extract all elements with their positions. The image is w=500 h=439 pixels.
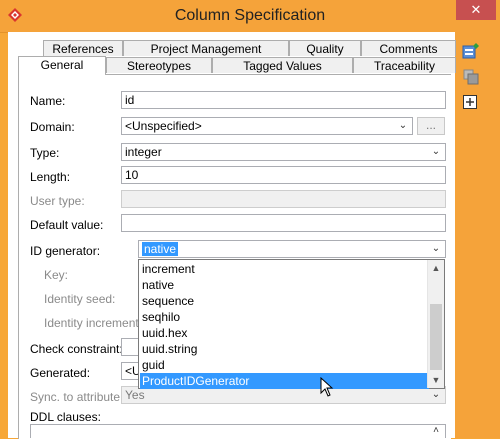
chevron-down-icon: ⌄ [398, 120, 408, 131]
identity-seed-label: Identity seed: [44, 292, 116, 306]
stack-icon[interactable] [462, 68, 480, 86]
chevron-up-icon: ˄ [433, 425, 439, 436]
scrollbar-thumb[interactable] [430, 304, 442, 370]
tab-references[interactable]: References [43, 40, 123, 56]
tab-quality[interactable]: Quality [289, 40, 361, 56]
type-label: Type: [30, 146, 60, 160]
tab-tagged-values[interactable]: Tagged Values [212, 57, 353, 73]
dropdown-option-native[interactable]: native [140, 277, 429, 293]
length-label: Length: [30, 170, 71, 184]
chevron-down-icon[interactable]: ▼ [428, 372, 444, 388]
dropdown-option-increment[interactable]: increment [140, 261, 429, 277]
ddl-clauses-textarea[interactable]: ˄ [30, 424, 446, 438]
ddl-clauses-label: DDL clauses: [30, 410, 101, 424]
user-type-label: User type: [30, 194, 85, 208]
identity-increment-label: Identity increment: [44, 316, 143, 330]
name-field[interactable]: id [121, 91, 446, 109]
dropdown-option-uuid-string[interactable]: uuid.string [140, 341, 429, 357]
id-generator-select[interactable]: native ⌄ [138, 240, 446, 258]
dropdown-option-sequence[interactable]: sequence [140, 293, 429, 309]
tab-stereotypes[interactable]: Stereotypes [106, 57, 212, 73]
window-title: Column Specification [174, 7, 326, 24]
domain-browse-button[interactable]: ... [417, 117, 445, 135]
domain-label: Domain: [30, 120, 75, 134]
default-value-label: Default value: [30, 218, 104, 232]
expand-icon[interactable] [462, 94, 480, 112]
length-field[interactable]: 10 [121, 166, 446, 184]
tab-traceability[interactable]: Traceability [353, 57, 456, 73]
generated-label: Generated: [30, 366, 91, 380]
domain-select[interactable]: <Unspecified> ⌄ [121, 117, 413, 135]
tab-comments[interactable]: Comments [361, 40, 456, 56]
mouse-cursor-icon [320, 377, 334, 397]
check-constraint-label: Check constraint: [30, 342, 123, 356]
chevron-down-icon: ⌄ [431, 146, 441, 157]
name-label: Name: [30, 94, 66, 108]
id-generator-dropdown: increment native sequence seqhilo uuid.h… [138, 259, 445, 389]
id-generator-label: ID generator: [30, 244, 101, 258]
dropdown-scrollbar[interactable]: ▲ ▼ [427, 260, 444, 388]
chevron-up-icon[interactable]: ▲ [428, 260, 444, 276]
sync-value: Yes [125, 388, 145, 402]
sync-to-attribute-label: Sync. to attribute: [30, 390, 124, 404]
tab-general[interactable]: General [18, 56, 106, 75]
tab-project-management[interactable]: Project Management [123, 40, 289, 56]
dropdown-option-seqhilo[interactable]: seqhilo [140, 309, 429, 325]
side-toolbar [458, 40, 484, 120]
user-type-field [121, 190, 446, 208]
type-value: integer [125, 145, 162, 159]
close-button[interactable]: ✕ [456, 0, 496, 20]
domain-value: <Unspecified> [125, 119, 202, 133]
default-value-field[interactable] [121, 214, 446, 232]
dropdown-option-guid[interactable]: guid [140, 357, 429, 373]
type-select[interactable]: integer ⌄ [121, 143, 446, 161]
chevron-down-icon: ⌄ [431, 389, 441, 400]
id-generator-value: native [142, 242, 179, 256]
dropdown-option-uuid-hex[interactable]: uuid.hex [140, 325, 429, 341]
key-label: Key: [44, 268, 69, 282]
add-model-icon[interactable] [462, 42, 480, 60]
dropdown-option-productidgenerator[interactable]: ProductIDGenerator [140, 373, 429, 389]
chevron-down-icon: ⌄ [431, 243, 441, 254]
